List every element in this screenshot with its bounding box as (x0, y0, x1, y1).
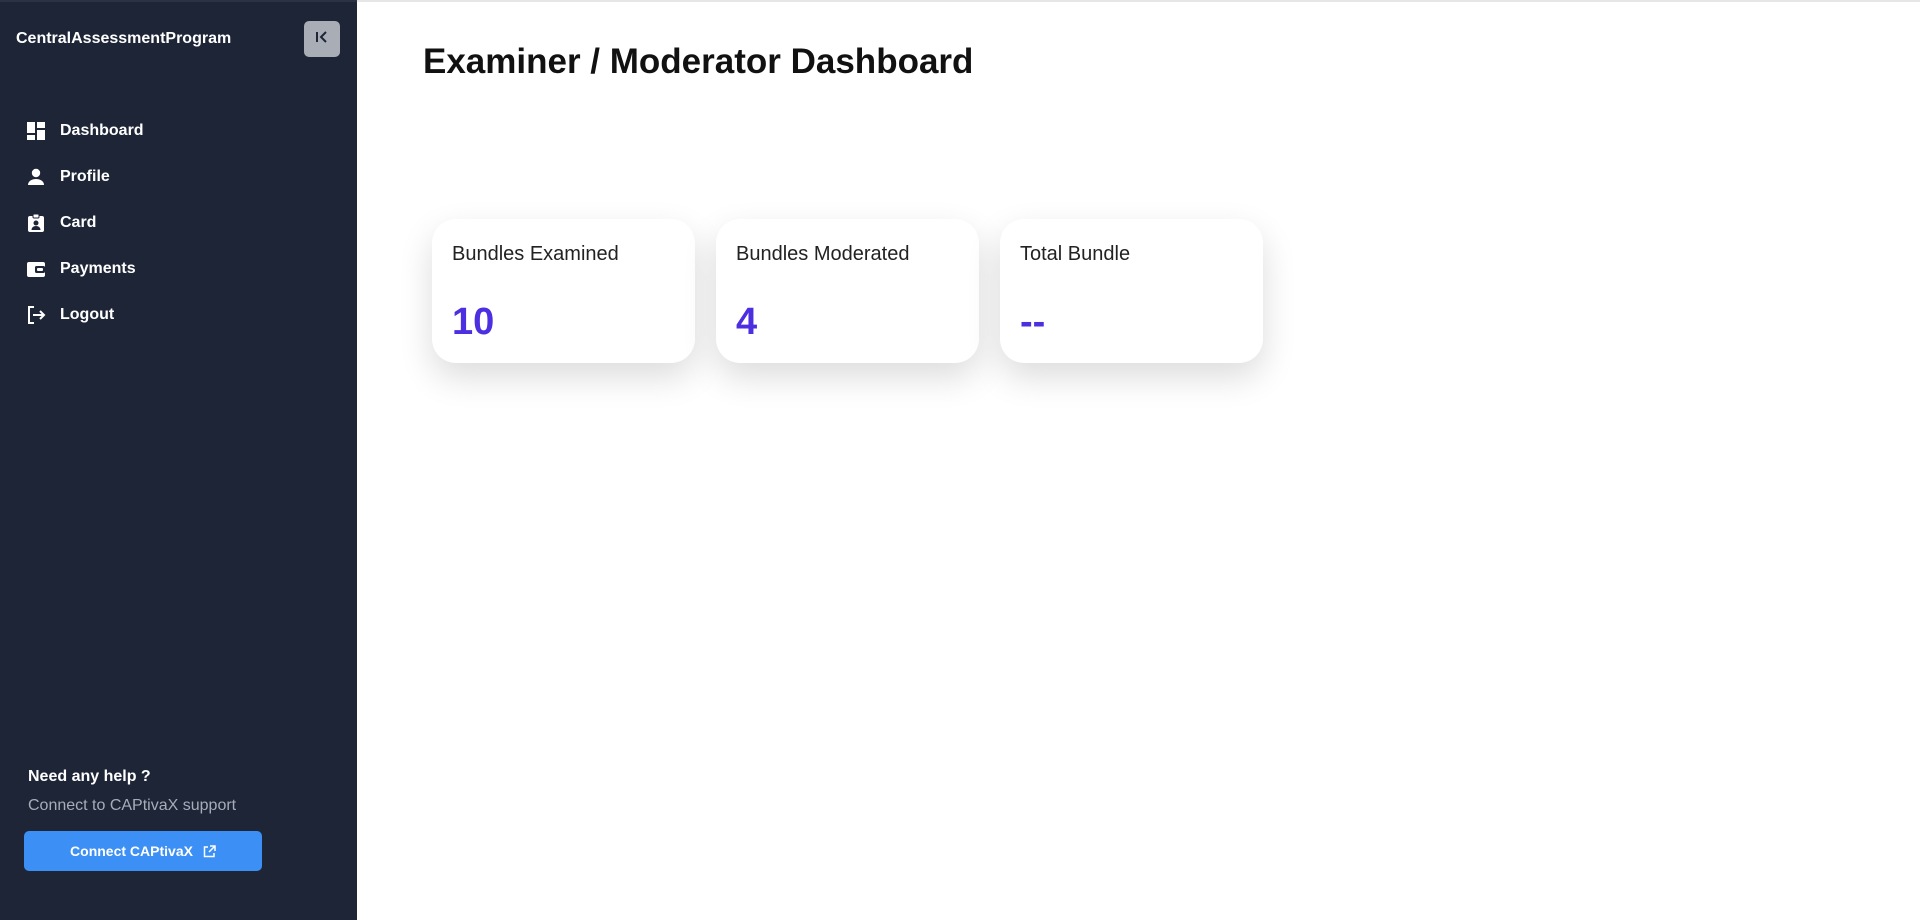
stat-card-bundles-examined: Bundles Examined 10 (432, 219, 695, 363)
stat-card-label: Bundles Moderated (736, 243, 910, 265)
sidebar-item-payments[interactable]: Payments (0, 246, 357, 292)
stat-card-value: 10 (452, 301, 495, 343)
main-content: Examiner / Moderator Dashboard Bundles E… (357, 0, 1920, 920)
sidebar-item-logout[interactable]: Logout (0, 292, 357, 338)
external-link-icon (203, 844, 216, 858)
stat-card-label: Bundles Examined (452, 243, 619, 265)
sidebar-item-label: Dashboard (60, 122, 144, 139)
dashboard-icon (25, 120, 47, 142)
stat-card-label: Total Bundle (1020, 243, 1131, 265)
sidebar-item-label: Card (60, 214, 97, 231)
stat-card-value: -- (1020, 301, 1046, 343)
person-icon (25, 166, 47, 188)
help-subtitle: Connect to CAPtivaX support (28, 797, 237, 814)
connect-button-label: Connect CAPtivaX (70, 843, 193, 859)
stat-cards: Bundles Examined 10 Bundles Moderated 4 … (432, 219, 1263, 363)
sidebar-item-profile[interactable]: Profile (0, 154, 357, 200)
collapse-sidebar-button[interactable] (304, 21, 340, 57)
brand-title: CentralAssessmentProgram (16, 30, 232, 47)
collapse-left-icon (314, 29, 330, 50)
app-root: CentralAssessmentProgram Dashboard Profi… (0, 0, 1920, 920)
sidebar-item-label: Logout (60, 306, 115, 323)
id-badge-icon (25, 212, 47, 234)
stat-card-value: 4 (736, 301, 758, 343)
wallet-icon (25, 258, 47, 280)
sidebar-item-label: Payments (60, 260, 136, 277)
stat-card-bundles-moderated: Bundles Moderated 4 (716, 219, 979, 363)
page-title: Examiner / Moderator Dashboard (423, 42, 974, 81)
sidebar-item-label: Profile (60, 168, 110, 185)
sidebar-item-dashboard[interactable]: Dashboard (0, 108, 357, 154)
stat-card-total-bundle: Total Bundle -- (1000, 219, 1263, 363)
connect-captivax-button[interactable]: Connect CAPtivaX (24, 831, 262, 871)
logout-icon (25, 304, 47, 326)
help-title: Need any help ? (28, 768, 151, 785)
sidebar-nav: Dashboard Profile Card Payments Logout (0, 108, 357, 338)
sidebar: CentralAssessmentProgram Dashboard Profi… (0, 0, 357, 920)
sidebar-item-card[interactable]: Card (0, 200, 357, 246)
